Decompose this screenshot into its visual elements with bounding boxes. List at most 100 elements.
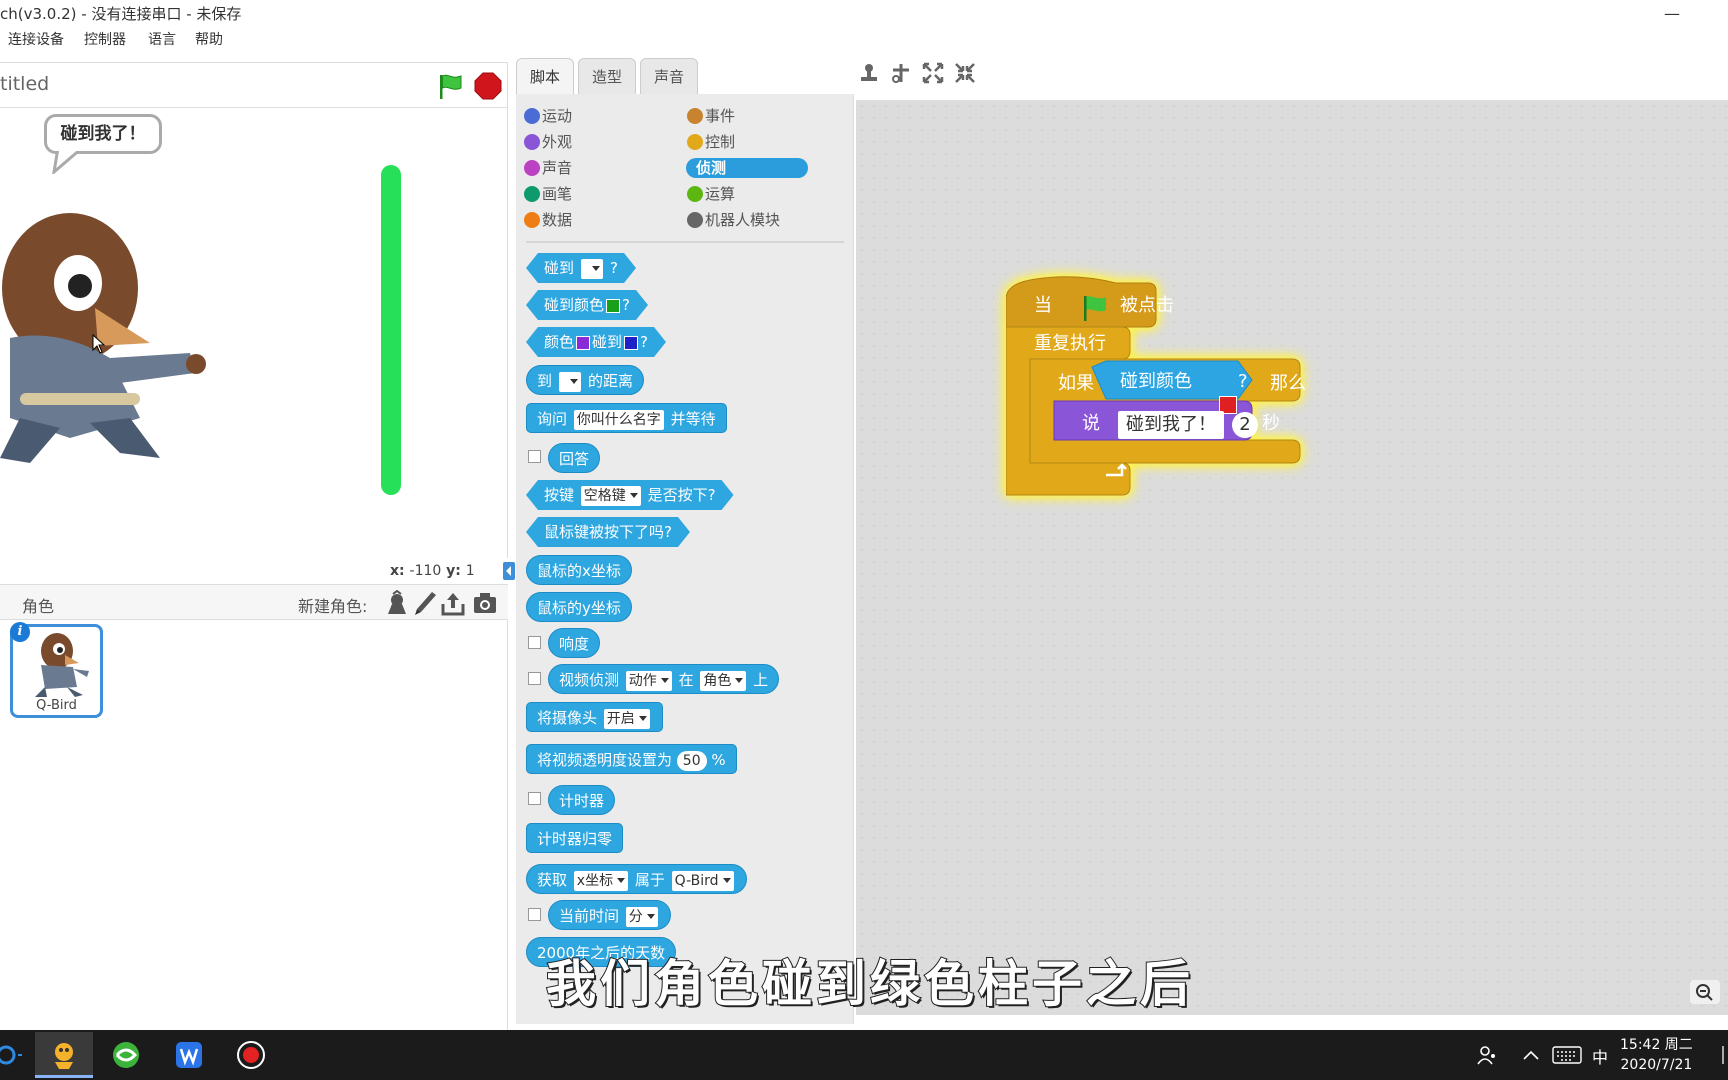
- block-color-touching[interactable]: 颜色 碰到?: [526, 327, 666, 357]
- current-time-checkbox[interactable]: [528, 908, 541, 921]
- block-mouse-down[interactable]: 鼠标键被按下了吗?: [526, 517, 690, 547]
- green-flag-icon[interactable]: [434, 71, 464, 101]
- category-label: 机器人模块: [705, 211, 781, 229]
- upload-sprite-icon[interactable]: [440, 590, 466, 616]
- block-text: 颜色: [544, 333, 575, 351]
- grow-icon[interactable]: [922, 62, 944, 84]
- script-area[interactable]: 当 被点击 重复执行 如果 碰到颜色 ? 那么 说 碰到我了！ 2 秒: [856, 100, 1728, 1015]
- block-number-input[interactable]: 50: [676, 750, 707, 771]
- block-timer[interactable]: 计时器: [548, 785, 616, 815]
- color-swatch[interactable]: [606, 299, 620, 313]
- category-label: 外观: [542, 133, 573, 151]
- menu-connect[interactable]: 连接设备: [8, 28, 64, 52]
- project-title[interactable]: titled: [0, 73, 49, 95]
- menu-controller[interactable]: 控制器: [84, 28, 126, 52]
- taskbar-app-mblock[interactable]: [35, 1032, 93, 1078]
- block-current-time[interactable]: 当前时间 分: [548, 900, 671, 930]
- minimize-button[interactable]: —: [1662, 0, 1682, 28]
- palette-divider: [526, 241, 844, 243]
- sprite-info-icon[interactable]: i: [10, 622, 30, 642]
- loudness-checkbox[interactable]: [528, 636, 541, 649]
- block-dropdown[interactable]: Q-Bird: [671, 870, 734, 891]
- green-pillar-sprite[interactable]: [381, 165, 401, 495]
- block-video-sense[interactable]: 视频侦测 动作 在 角色 上: [548, 664, 780, 694]
- sprites-label: 角色: [22, 597, 55, 616]
- script-then-label: 那么: [1270, 373, 1306, 394]
- block-text: ?: [610, 259, 618, 277]
- block-dropdown[interactable]: 分: [625, 906, 658, 927]
- y-label: y:: [446, 563, 461, 579]
- block-text: 碰到颜色: [544, 296, 605, 314]
- category-dot: [687, 108, 703, 124]
- block-dropdown[interactable]: 角色: [700, 670, 747, 691]
- system-clock[interactable]: 15:42 周二 2020/7/21: [1620, 1035, 1693, 1075]
- block-key-pressed[interactable]: 按键 空格键 是否按下?: [526, 480, 734, 510]
- block-mouse-x[interactable]: 鼠标的x坐标: [526, 555, 632, 585]
- people-icon[interactable]: [1476, 1044, 1498, 1066]
- block-dropdown[interactable]: [558, 371, 582, 392]
- category-sensing[interactable]: 侦测: [686, 158, 808, 178]
- block-loudness[interactable]: 响度: [548, 628, 601, 658]
- tab-sounds[interactable]: 声音: [640, 58, 698, 94]
- paint-brush-icon[interactable]: [412, 590, 438, 616]
- category-label: 数据: [542, 211, 573, 229]
- camera-icon[interactable]: [472, 590, 498, 616]
- tab-costumes[interactable]: 造型: [578, 58, 636, 94]
- block-dropdown[interactable]: 空格键: [581, 486, 641, 506]
- answer-checkbox[interactable]: [528, 450, 541, 463]
- shrink-icon[interactable]: [954, 62, 976, 84]
- block-camera[interactable]: 将摄像头 开启: [526, 702, 663, 732]
- window-title: ch(v3.0.2) - 没有连接串口 - 未保存: [0, 5, 242, 23]
- block-dropdown[interactable]: [581, 259, 603, 279]
- input-method-indicator[interactable]: 中: [1592, 1044, 1608, 1068]
- duplicate-stamp-icon[interactable]: [858, 62, 880, 84]
- stop-icon[interactable]: [474, 72, 502, 100]
- delete-scissors-icon[interactable]: [890, 62, 912, 84]
- block-reset-timer[interactable]: 计时器归零: [526, 823, 624, 853]
- block-mouse-y[interactable]: 鼠标的y坐标: [526, 592, 632, 622]
- collapse-stage-icon[interactable]: [503, 562, 515, 580]
- block-dropdown[interactable]: x坐标: [573, 870, 629, 891]
- keyboard-icon[interactable]: [1552, 1045, 1582, 1065]
- zoom-out-icon[interactable]: [1690, 980, 1720, 1004]
- block-dropdown[interactable]: 开启: [603, 708, 650, 729]
- category-dot: [687, 134, 703, 150]
- ie-browser-icon[interactable]: [0, 1044, 24, 1066]
- menu-help[interactable]: 帮助: [195, 28, 223, 52]
- timer-checkbox[interactable]: [528, 792, 541, 805]
- sprite-list: Q-Bird: [0, 620, 508, 1030]
- show-desktop-button[interactable]: [1722, 1046, 1724, 1064]
- script-say-seconds-input[interactable]: 2: [1232, 412, 1258, 438]
- block-text: 到: [537, 372, 553, 390]
- block-dropdown[interactable]: 动作: [625, 670, 672, 691]
- menu-language[interactable]: 语言: [148, 28, 176, 52]
- block-text: %: [711, 751, 726, 769]
- taskbar-app-wps[interactable]: [160, 1032, 218, 1078]
- taskbar: 中 15:42 周二 2020/7/21: [0, 1030, 1728, 1080]
- color-swatch[interactable]: [576, 336, 590, 350]
- dropdown-value: 空格键: [583, 487, 626, 504]
- block-video-transparency[interactable]: 将视频透明度设置为 50 %: [526, 744, 737, 774]
- taskbar-app-recorder[interactable]: [222, 1032, 280, 1078]
- block-touching[interactable]: 碰到 ?: [526, 253, 636, 283]
- dropdown-value: 开启: [606, 710, 635, 727]
- x-label: x:: [390, 563, 405, 579]
- tab-scripts[interactable]: 脚本: [516, 58, 574, 94]
- clock-date: 2020/7/21: [1620, 1057, 1693, 1073]
- color-swatch[interactable]: [624, 336, 638, 350]
- block-text: 计时器归零: [537, 830, 613, 848]
- script-say-text-input[interactable]: 碰到我了！: [1118, 411, 1224, 439]
- block-text: 在: [678, 671, 694, 689]
- chevron-up-icon[interactable]: [1522, 1048, 1540, 1062]
- block-ask[interactable]: 询问 你叫什么名字 并等待: [526, 403, 727, 433]
- block-distance-to[interactable]: 到 的距离: [526, 365, 645, 395]
- block-get-attribute[interactable]: 获取 x坐标 属于 Q-Bird: [526, 864, 747, 894]
- block-answer[interactable]: 回答: [548, 443, 601, 473]
- sprite-library-icon[interactable]: [384, 590, 410, 616]
- block-touching-color[interactable]: 碰到颜色?: [526, 290, 648, 320]
- qbird-sprite[interactable]: [0, 168, 220, 468]
- stage-canvas[interactable]: 碰到我了！: [0, 108, 508, 558]
- taskbar-app-browser[interactable]: [97, 1032, 155, 1078]
- block-input[interactable]: 你叫什么名字: [573, 409, 664, 430]
- video-sense-checkbox[interactable]: [528, 672, 541, 685]
